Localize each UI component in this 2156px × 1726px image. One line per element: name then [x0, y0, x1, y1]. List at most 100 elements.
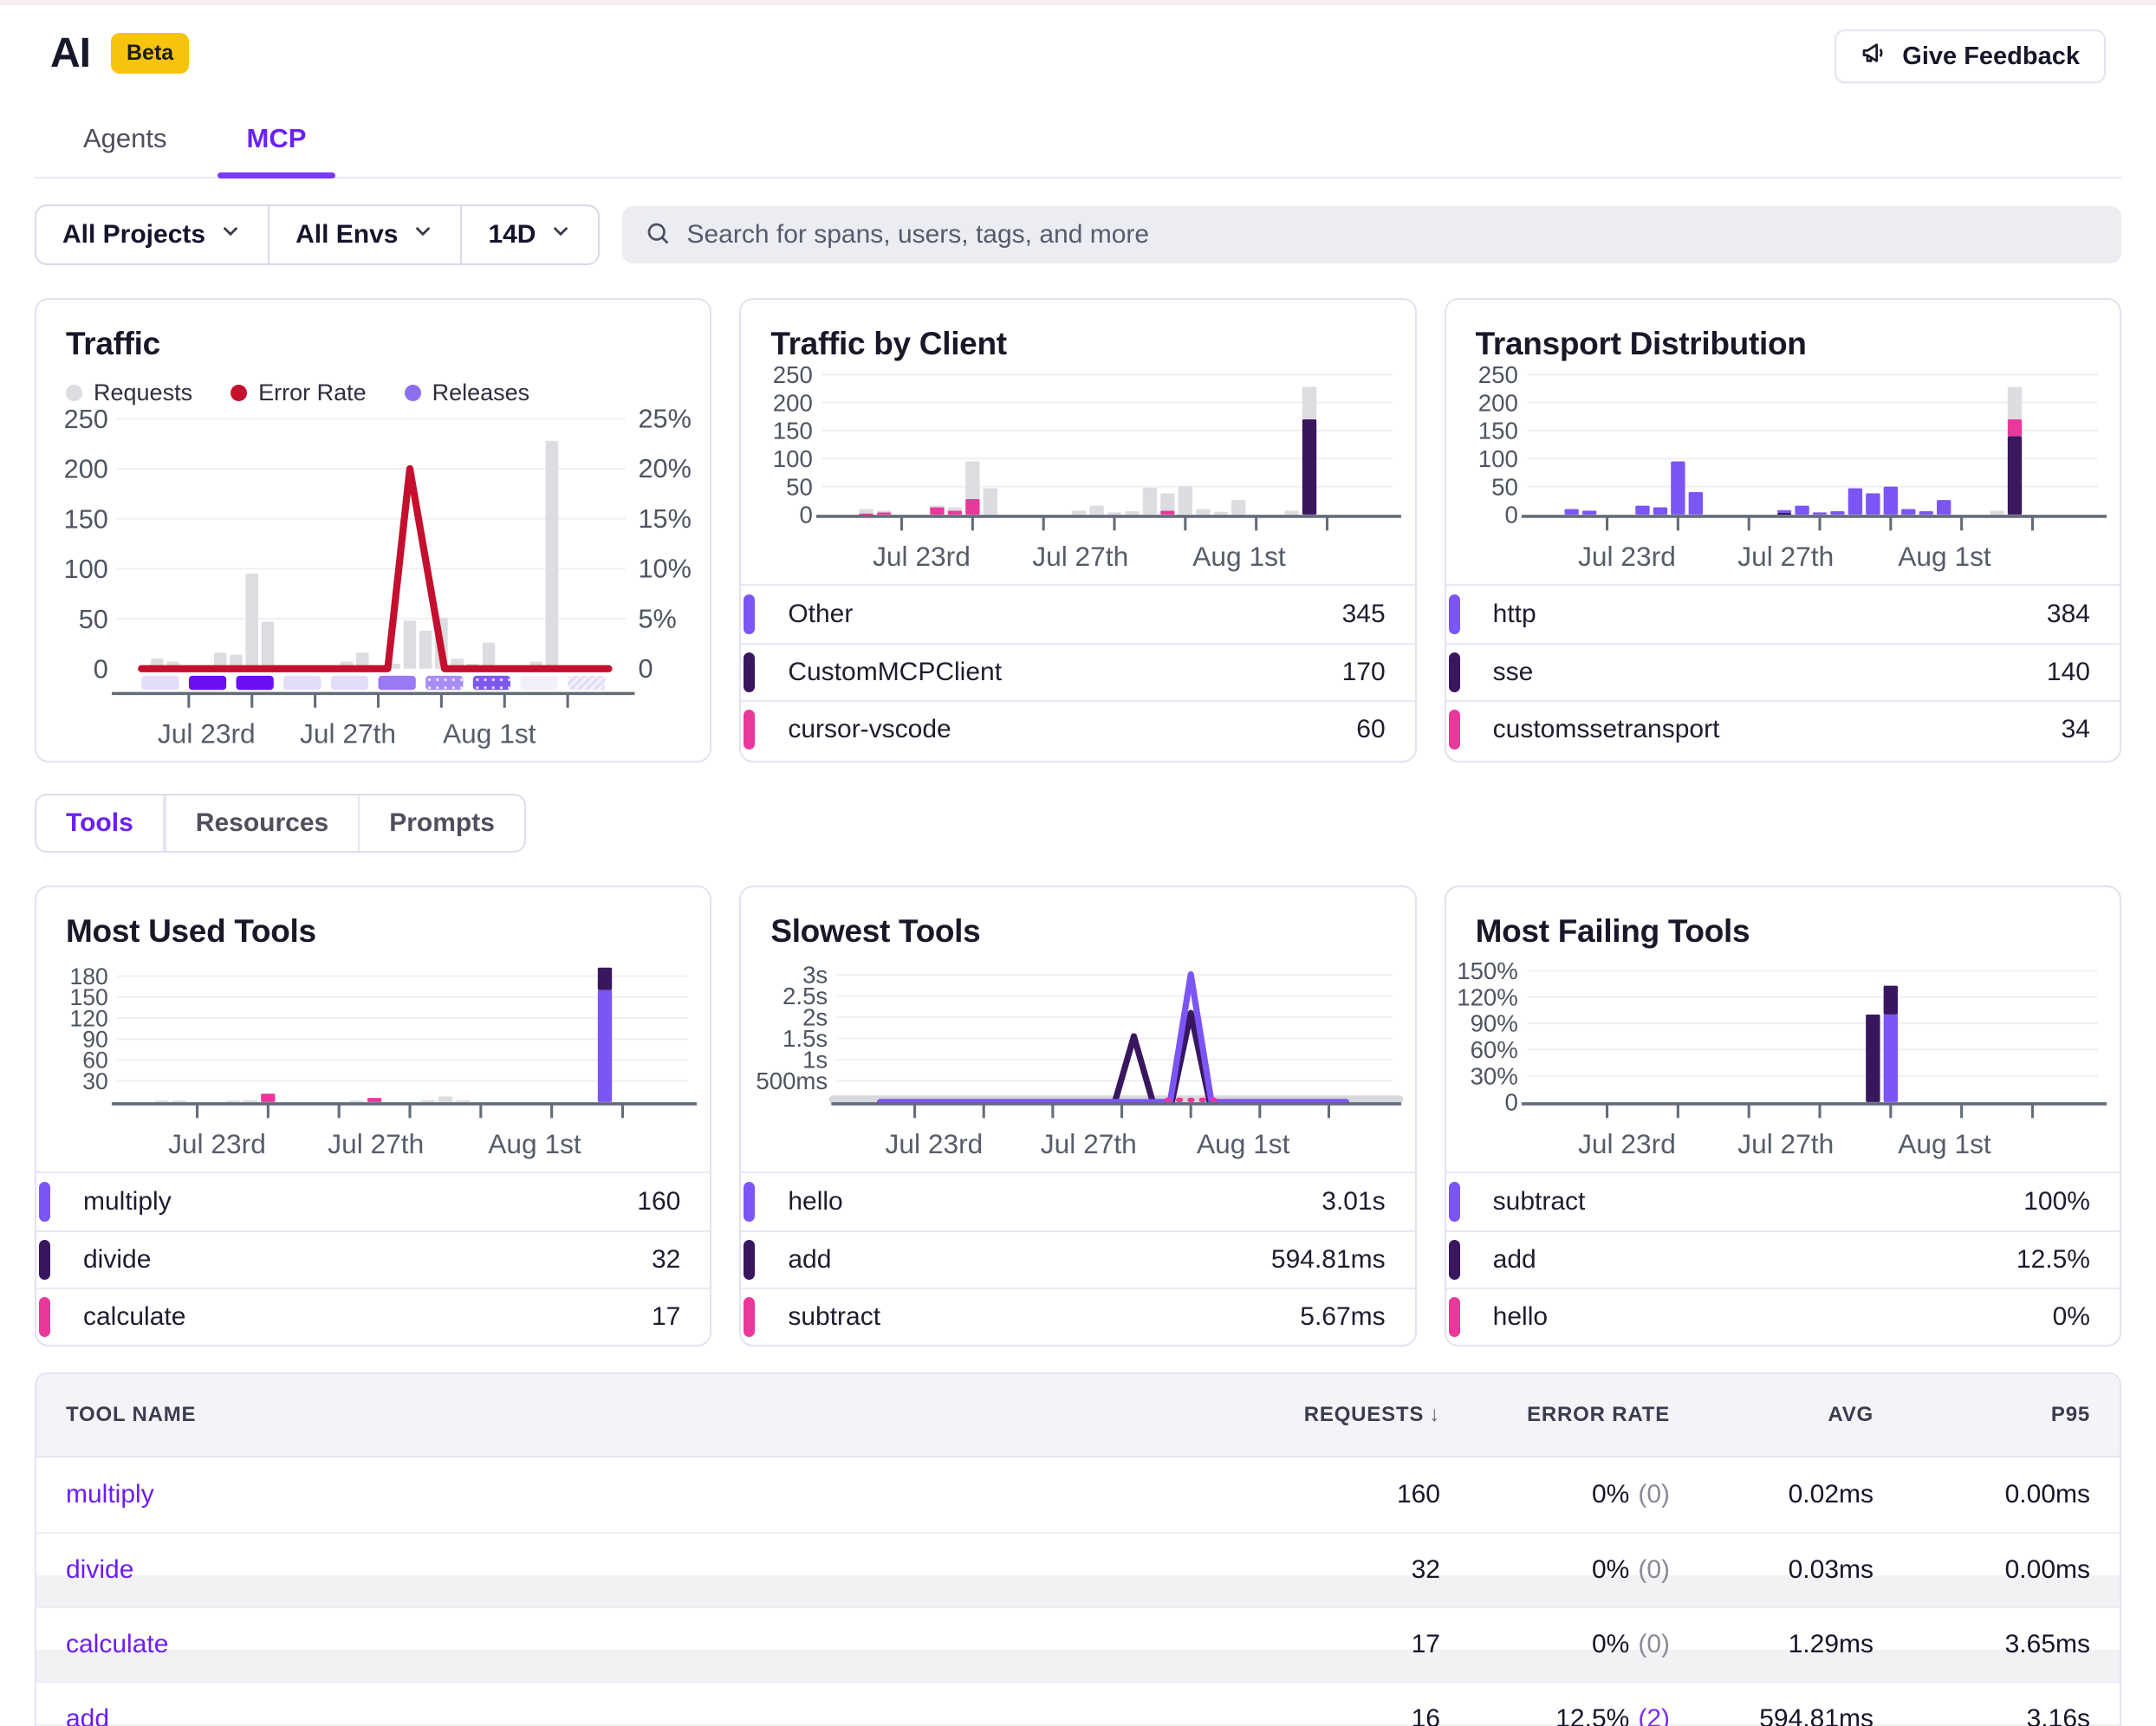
- page-title: AI: [50, 29, 90, 77]
- legend-color-pill: [744, 594, 755, 634]
- client-legend-list: Other 345 CustomMCPClient 170 cursor-vsc…: [741, 584, 1414, 757]
- svg-text:50: 50: [79, 604, 108, 634]
- sort-desc-icon: ↓: [1429, 1403, 1440, 1426]
- chevron-down-icon: [549, 220, 572, 250]
- svg-text:100: 100: [64, 554, 108, 584]
- most-used-tools-chart: 306090120150180Jul 23rdJul 27thAug 1st: [36, 950, 710, 1171]
- svg-text:Jul 27th: Jul 27th: [1033, 541, 1129, 572]
- chart-title: Traffic: [66, 326, 680, 362]
- svg-text:Aug 1st: Aug 1st: [1898, 1128, 1991, 1159]
- legend-color-pill: [39, 1240, 50, 1280]
- legend-item-requests[interactable]: Requests: [66, 380, 192, 406]
- svg-text:15%: 15%: [638, 503, 691, 534]
- failing-legend-list: subtract 100% add 12.5% hello 0%: [1446, 1171, 2120, 1345]
- legend-color-pill: [1449, 1182, 1460, 1222]
- legend-row-add[interactable]: add 594.81ms: [741, 1230, 1414, 1288]
- give-feedback-button[interactable]: Give Feedback: [1835, 29, 2106, 83]
- transport-legend-list: http 384 sse 140 customssetransport 34: [1446, 584, 2120, 757]
- avg-cell: 0.03ms: [1670, 1555, 1874, 1585]
- tab-agents[interactable]: Agents: [54, 109, 197, 177]
- p95-cell: 0.00ms: [1874, 1555, 2090, 1585]
- top-accent-strip: [0, 0, 2156, 5]
- legend-row-hello[interactable]: hello 0%: [1446, 1288, 2120, 1345]
- col-p95[interactable]: P95: [1874, 1403, 2090, 1427]
- svg-text:10%: 10%: [638, 554, 691, 584]
- legend-color-pill: [1449, 1297, 1460, 1337]
- legend-row-add[interactable]: add 12.5%: [1446, 1230, 2120, 1288]
- legend-row-divide[interactable]: divide 32: [36, 1230, 710, 1288]
- slowest-tools-chart: 500ms1s1.5s2s2.5s3sJul 23rdJul 27thAug 1…: [741, 950, 1414, 1171]
- envs-filter-dropdown[interactable]: All Envs: [268, 206, 460, 263]
- svg-text:250: 250: [64, 406, 108, 434]
- avg-cell: 594.81ms: [1670, 1704, 1874, 1726]
- svg-text:180: 180: [70, 964, 108, 990]
- legend-row-subtract[interactable]: subtract 100%: [1446, 1173, 2120, 1230]
- most-used-legend-list: multiply 160 divide 32 calculate 17: [36, 1171, 710, 1345]
- svg-text:Jul 27th: Jul 27th: [1737, 541, 1834, 572]
- legend-item-releases[interactable]: Releases: [405, 380, 530, 406]
- tool-name-link[interactable]: divide: [66, 1555, 1198, 1585]
- legend-color-pill: [39, 1182, 50, 1222]
- svg-text:Jul 23rd: Jul 23rd: [873, 541, 971, 572]
- svg-text:Aug 1st: Aug 1st: [488, 1128, 581, 1159]
- svg-text:50: 50: [1491, 473, 1518, 500]
- col-tool-name[interactable]: TOOL NAME: [66, 1403, 1198, 1427]
- col-error-rate[interactable]: ERROR RATE: [1440, 1403, 1670, 1427]
- svg-text:Aug 1st: Aug 1st: [1193, 541, 1287, 572]
- legend-row-calculate[interactable]: calculate 17: [36, 1288, 710, 1345]
- error-rate-cell: 0%(0): [1440, 1480, 1670, 1509]
- tool-name-link[interactable]: calculate: [66, 1630, 1198, 1659]
- most-used-tools-card: Most Used Tools 306090120150180Jul 23rdJ…: [35, 886, 711, 1346]
- table-row: divide320%(0)0.03ms0.00ms: [36, 1532, 2120, 1606]
- col-avg[interactable]: AVG: [1670, 1403, 1874, 1427]
- svg-text:200: 200: [1477, 389, 1517, 416]
- p95-cell: 3.65ms: [1874, 1630, 2090, 1659]
- brand: AI Beta: [50, 29, 189, 77]
- svg-text:100: 100: [773, 445, 813, 472]
- projects-filter-dropdown[interactable]: All Projects: [36, 206, 268, 263]
- svg-text:Jul 27th: Jul 27th: [1041, 1128, 1137, 1159]
- svg-text:150%: 150%: [1457, 957, 1518, 984]
- legend-row-multiply[interactable]: multiply 160: [36, 1173, 710, 1230]
- svg-text:0: 0: [94, 653, 108, 684]
- table-row: calculate170%(0)1.29ms3.65ms: [36, 1606, 2120, 1681]
- legend-item-error-rate[interactable]: Error Rate: [231, 380, 367, 406]
- legend-row-hello[interactable]: hello 3.01s: [741, 1173, 1414, 1230]
- svg-text:90%: 90%: [1470, 1010, 1517, 1037]
- legend-row-sse[interactable]: sse 140: [1446, 643, 2120, 700]
- legend-row-http[interactable]: http 384: [1446, 586, 2120, 643]
- search-input[interactable]: [686, 220, 2099, 250]
- most-failing-tools-chart: 030%60%90%120%150%Jul 23rdJul 27thAug 1s…: [1446, 950, 2120, 1171]
- svg-text:Aug 1st: Aug 1st: [443, 718, 536, 749]
- search-bar[interactable]: [622, 206, 2121, 263]
- svg-text:20%: 20%: [638, 453, 691, 483]
- legend-row-custommcpclient[interactable]: CustomMCPClient 170: [741, 643, 1414, 700]
- legend-color-pill: [744, 652, 755, 692]
- legend-row-subtract[interactable]: subtract 5.67ms: [741, 1288, 1414, 1345]
- date-range-dropdown[interactable]: 14D: [460, 206, 598, 263]
- legend-row-other[interactable]: Other 345: [741, 586, 1414, 643]
- tab-resources[interactable]: Resources: [165, 795, 358, 851]
- search-icon: [645, 220, 671, 250]
- svg-text:Jul 27th: Jul 27th: [1737, 1128, 1834, 1159]
- col-requests[interactable]: REQUESTS↓: [1198, 1403, 1440, 1427]
- tab-tools[interactable]: Tools: [36, 795, 165, 851]
- legend-row-customssetransport[interactable]: customssetransport 34: [1446, 700, 2120, 757]
- chart-title: Transport Distribution: [1476, 326, 2090, 362]
- tab-prompts[interactable]: Prompts: [358, 795, 524, 851]
- legend-row-cursor-vscode[interactable]: cursor-vscode 60: [741, 700, 1414, 757]
- svg-text:150: 150: [64, 503, 108, 534]
- svg-text:Jul 23rd: Jul 23rd: [158, 718, 256, 749]
- svg-text:Jul 27th: Jul 27th: [328, 1128, 424, 1159]
- filters-row: All Projects All Envs 14D: [35, 204, 2121, 265]
- legend-color-pill: [1449, 1240, 1460, 1280]
- legend-color-pill: [1449, 652, 1460, 692]
- avg-cell: 1.29ms: [1670, 1630, 1874, 1659]
- tool-name-link[interactable]: multiply: [66, 1480, 1198, 1509]
- legend-color-dot: [405, 385, 421, 401]
- tool-name-link[interactable]: add: [66, 1704, 1198, 1726]
- p95-cell: 0.00ms: [1874, 1480, 2090, 1509]
- legend-color-pill: [1449, 710, 1460, 749]
- tab-mcp[interactable]: MCP: [218, 109, 336, 177]
- chart-title: Most Failing Tools: [1476, 913, 2090, 950]
